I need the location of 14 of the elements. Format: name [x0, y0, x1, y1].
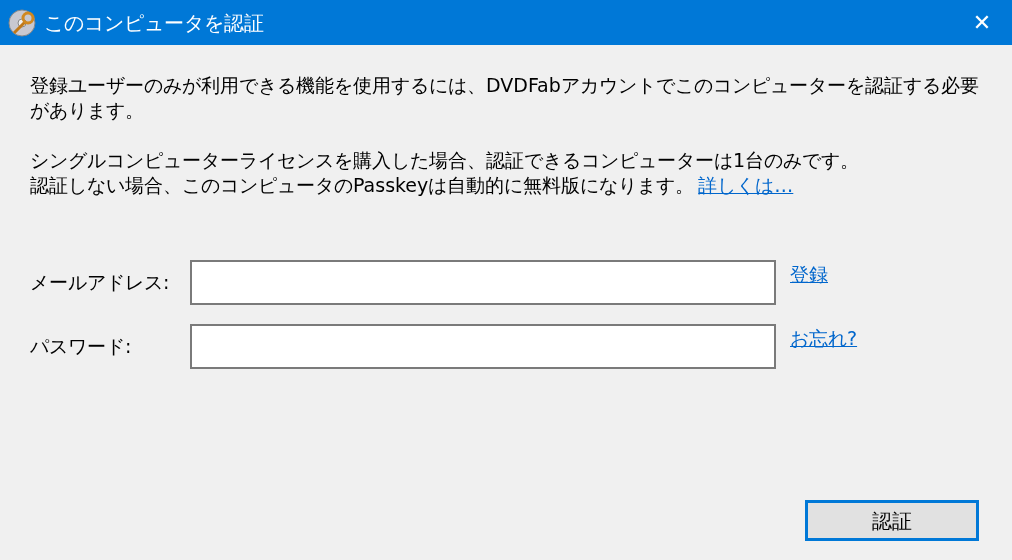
input-field[interactable] [190, 324, 776, 369]
passkey-text: 認証しない場合、このコンピュータのPasskeyは自動的に無料版になります。 [30, 173, 695, 198]
close-button[interactable]: ✕ [952, 0, 1012, 45]
instruction-text: 登録ユーザーのみが利用できる機能を使用するには、DVDFabアカウントでこのコンピューターを認証する必要があります。 [30, 73, 980, 123]
authenticate-button[interactable]: 認証 [805, 500, 979, 541]
link[interactable]: お忘れ? [790, 324, 858, 353]
window-title: このコンピュータを認証 [44, 9, 264, 37]
details-link[interactable]: 詳しくは… [698, 173, 794, 198]
field-label: パスワード: [30, 334, 133, 360]
disc-key-icon [8, 8, 36, 37]
input-field[interactable] [190, 260, 776, 305]
link[interactable]: 登録 [790, 260, 828, 289]
license-text: シングルコンピューターライセンスを購入した場合、認証できるコンピューターは1台のみです。 [30, 148, 861, 173]
field-label: メールアドレス: [30, 270, 171, 296]
